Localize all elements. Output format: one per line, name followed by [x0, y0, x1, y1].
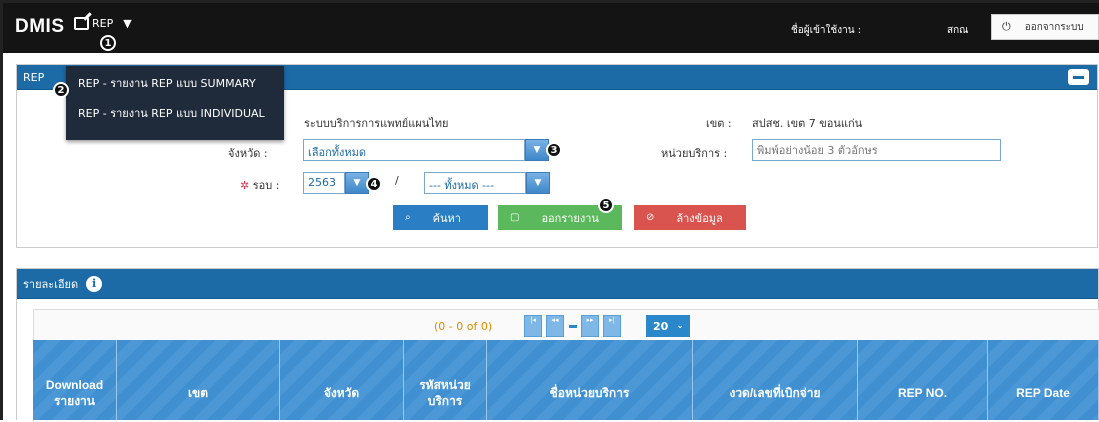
menu-item-rep-summary[interactable]: REP - รายงาน REP แบบ SUMMARY — [66, 69, 284, 99]
col-province[interactable]: จังหวัด — [280, 340, 404, 420]
rep-menu-label: REP — [92, 17, 114, 30]
col-unit-code[interactable]: รหัสหน่วย บริการ — [404, 340, 487, 420]
info-icon[interactable]: i — [86, 275, 103, 292]
zone-value: สปสช. เขต 7 ขอนแก่น — [752, 117, 863, 130]
col-period[interactable]: งวด/เลขที่เบิกจ่าย — [693, 340, 858, 420]
user-label: ชื่อผู้เข้าใช้งาน : — [791, 25, 862, 36]
step-badge-3: 3 — [546, 142, 562, 158]
clear-button[interactable]: ⊘ ล้างข้อมูล — [634, 205, 746, 230]
page-size-select[interactable]: 20 ⌄ — [646, 315, 690, 337]
unit-label: หน่วยบริการ : — [661, 147, 728, 160]
search-icon: ⌕ — [405, 212, 411, 223]
col-zone[interactable]: เขต — [117, 340, 280, 420]
province-select[interactable]: เลือกทั้งหมด — [303, 139, 525, 161]
step-badge-5: 5 — [598, 197, 614, 213]
page-separator — [569, 325, 577, 328]
ban-icon: ⊘ — [646, 212, 655, 223]
search-button-label: ค้นหา — [432, 211, 461, 225]
round-label: รอบ : — [252, 179, 280, 192]
detail-panel-header: รายละเอียด i — [17, 269, 1098, 299]
search-button[interactable]: ⌕ ค้นหา — [393, 205, 488, 230]
col-rep-date[interactable]: REP Date — [988, 340, 1099, 420]
prev-page-button[interactable]: ◂◂ — [546, 315, 564, 337]
required-mark-icon: ✲ — [240, 179, 250, 192]
menu-item-rep-individual[interactable]: REP - รายงาน REP แบบ INDIVIDUAL — [66, 99, 284, 129]
service-system-label: ระบบบริการการแพทย์แผนไทย — [304, 117, 449, 130]
clear-button-label: ล้างข้อมูล — [676, 211, 723, 225]
round-year-select[interactable]: 2563 — [303, 172, 345, 194]
minus-icon — [1073, 75, 1084, 79]
table-header: Download รายงาน เขต จังหวัด รหัสหน่วย บร… — [33, 340, 1099, 420]
file-icon: ▢ — [510, 212, 520, 223]
province-label: จังหวัด : — [228, 147, 268, 160]
step-badge-1: 1 — [100, 35, 116, 51]
round-label-group: ✲ รอบ : — [240, 176, 279, 194]
first-page-button[interactable]: |◂ — [524, 315, 542, 337]
collapse-button[interactable] — [1068, 69, 1089, 85]
last-page-button[interactable]: ▸| — [603, 315, 621, 337]
report-button-label: ออกรายงาน — [541, 211, 599, 225]
col-download[interactable]: Download รายงาน — [33, 340, 117, 420]
rep-menu-toggle[interactable]: REP ▼ — [74, 17, 132, 30]
unit-input[interactable] — [752, 139, 1001, 161]
next-page-button[interactable]: ▸▸ — [581, 315, 599, 337]
chevron-down-icon: ⌄ — [676, 321, 684, 331]
app-brand[interactable]: DMIS — [15, 16, 65, 38]
zone-label: เขต : — [706, 117, 732, 130]
col-rep-no[interactable]: REP NO. — [858, 340, 988, 420]
logout-button[interactable]: ⏻ ออกจากระบบ — [991, 14, 1099, 40]
step-badge-2: 2 — [53, 82, 69, 98]
round-separator: / — [395, 174, 399, 187]
caret-down-icon: ▼ — [123, 17, 132, 30]
pager-summary: (0 - 0 of 0) — [434, 320, 493, 333]
step-badge-4: 4 — [366, 176, 382, 192]
search-panel-title: REP — [23, 70, 45, 84]
detail-panel-title: รายละเอียด — [23, 277, 79, 291]
power-icon: ⏻ — [1002, 20, 1011, 33]
round-period-dropdown-button[interactable]: ▼ — [526, 172, 550, 194]
edit-icon — [74, 17, 89, 30]
round-period-select[interactable]: --- ทั้งหมด --- — [424, 172, 526, 194]
col-unit-name[interactable]: ชื่อหน่วยบริการ — [487, 340, 693, 420]
logout-label: ออกจากระบบ — [1024, 21, 1084, 33]
rep-dropdown-menu: REP - รายงาน REP แบบ SUMMARY REP - รายงา… — [66, 66, 284, 140]
user-name: สกณ — [947, 25, 969, 36]
page-size-value: 20 — [653, 319, 669, 333]
top-navbar: DMIS REP ▼ ชื่อผู้เข้าใช้งาน : สกณ ⏻ ออก… — [3, 3, 1099, 53]
